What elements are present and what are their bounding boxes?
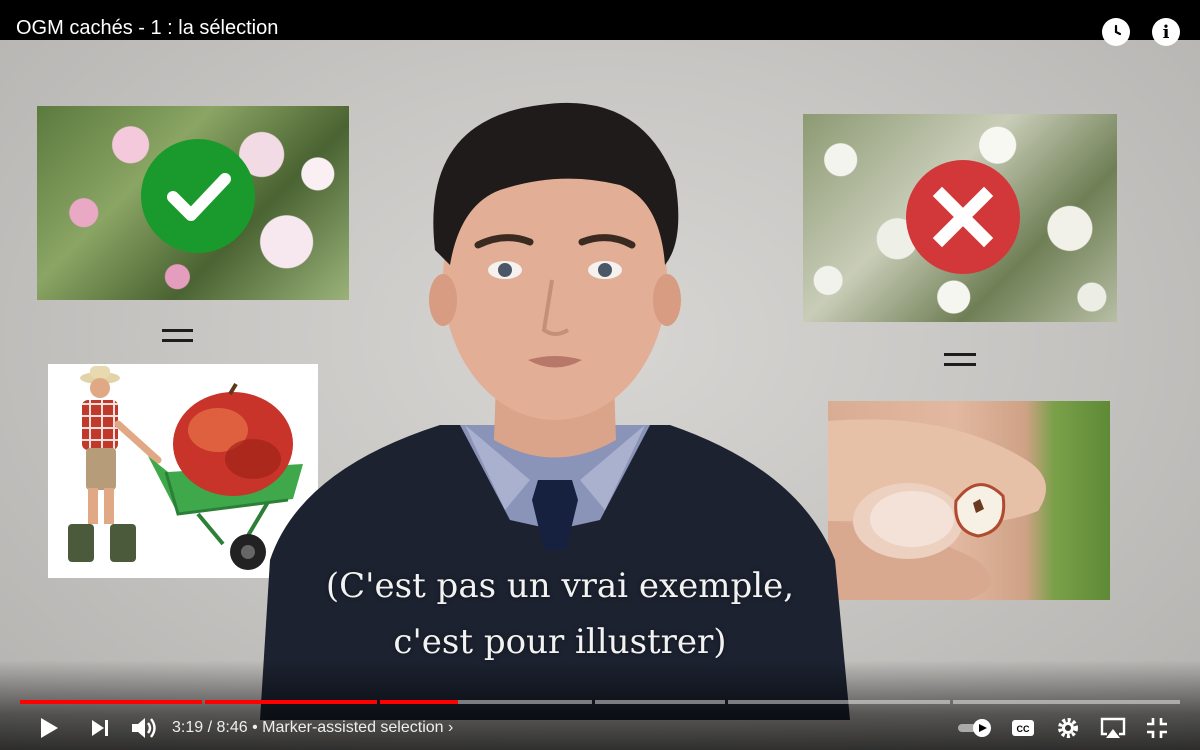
chapter-segment[interactable] [728, 700, 950, 704]
volume-icon[interactable] [128, 706, 160, 750]
control-bar: 3:19 / 8:46 • Marker-assisted selection … [0, 706, 1200, 750]
current-time: 3:19 [172, 719, 204, 736]
time-separator: / [207, 719, 213, 736]
watch-later-icon[interactable] [1102, 18, 1130, 46]
svg-text:CC: CC [1017, 724, 1030, 734]
check-icon [141, 139, 255, 253]
chapter-segment[interactable] [953, 700, 1180, 704]
equals-sign [162, 329, 193, 342]
chapter-segment[interactable] [458, 700, 592, 704]
duration: 8:46 [216, 719, 248, 736]
cross-icon [906, 160, 1020, 274]
time-display: 3:19 / 8:46 • Marker-assisted selection … [172, 718, 453, 738]
airplay-icon[interactable] [1097, 706, 1129, 750]
bullet: • [252, 719, 258, 736]
video-title[interactable]: OGM cachés - 1 : la sélection [16, 16, 278, 40]
chapter-segment[interactable] [380, 700, 458, 704]
chapter-segment[interactable] [20, 700, 202, 704]
subtitles-icon[interactable]: CC [1008, 706, 1038, 750]
play-icon[interactable] [34, 706, 64, 750]
equals-sign [944, 353, 976, 366]
chapter-segment[interactable] [205, 700, 377, 704]
progress-bar[interactable] [20, 700, 1180, 704]
subtitle-caption: (C'est pas un vrai exemple, c'est pour i… [300, 558, 820, 670]
video-player[interactable]: OGM cachés - 1 : la sélection i (C'est p… [0, 0, 1200, 750]
tiny-apple-image [828, 401, 1110, 600]
title-bar: OGM cachés - 1 : la sélection [0, 0, 1200, 40]
white-blossom-image [803, 114, 1117, 322]
chapter-segment[interactable] [595, 700, 725, 704]
chevron-right-icon[interactable]: › [448, 719, 453, 736]
settings-icon[interactable] [1054, 706, 1082, 750]
caption-line: (C'est pas un vrai exemple, [325, 566, 795, 606]
next-icon[interactable] [86, 706, 114, 750]
info-icon[interactable]: i [1152, 18, 1180, 46]
autoplay-toggle[interactable] [956, 706, 994, 750]
exit-fullscreen-icon[interactable] [1142, 706, 1172, 750]
chapter-title[interactable]: Marker-assisted selection [262, 719, 443, 736]
